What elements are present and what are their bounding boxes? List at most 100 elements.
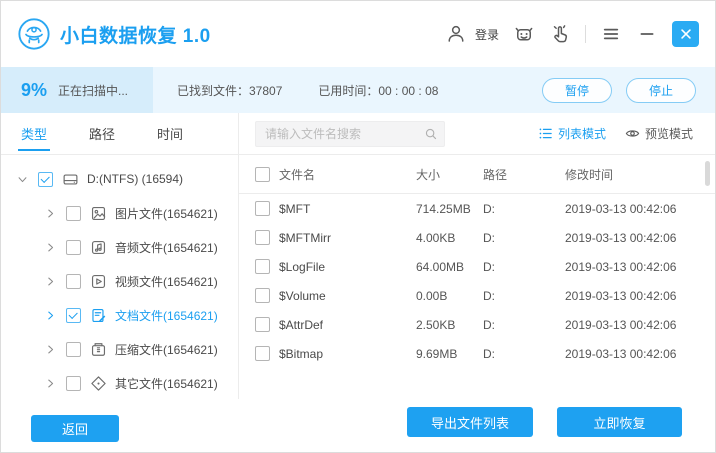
tree-item-label: D:(NTFS) (16594) [87, 172, 183, 186]
image-icon [90, 205, 107, 222]
tree-item-checkbox[interactable] [66, 308, 81, 323]
tab-type[interactable]: 类型 [19, 111, 49, 156]
preview-mode-toggle[interactable]: 预览模式 [625, 125, 693, 142]
file-name: $Volume [279, 289, 416, 303]
chevron-right-icon[interactable] [43, 206, 57, 220]
tree-item[interactable]: 音频文件(1654621) [1, 230, 238, 264]
scrollbar[interactable] [705, 161, 710, 186]
column-header-size[interactable]: 大小 [416, 166, 483, 183]
row-checkbox[interactable] [255, 317, 270, 332]
file-path: D: [483, 260, 565, 274]
tree-item[interactable]: 视频文件(1654621) [1, 264, 238, 298]
column-header-path[interactable]: 路径 [483, 166, 565, 183]
drive-icon [62, 171, 79, 188]
tree-item-checkbox[interactable] [66, 274, 81, 289]
file-name: $AttrDef [279, 318, 416, 332]
main-toolbar: 列表模式 预览模式 [239, 113, 715, 155]
recover-now-button[interactable]: 立即恢复 [557, 407, 682, 437]
scan-percent: 9% [21, 80, 47, 101]
file-modified: 2019-03-13 00:42:06 [565, 231, 715, 245]
app-logo-icon [17, 17, 51, 51]
app-title: 小白数据恢复 1.0 [60, 21, 211, 48]
title-bar-actions: 登录 [445, 21, 699, 47]
chevron-right-icon[interactable] [43, 274, 57, 288]
sidebar-tabs: 类型 路径 时间 [1, 113, 238, 155]
tree-item-label: 音频文件(1654621) [115, 239, 218, 256]
touch-icon[interactable] [549, 23, 571, 45]
file-modified: 2019-03-13 00:42:06 [565, 289, 715, 303]
scan-progress-bar: 9% 正在扫描中... 已找到文件：37807 已用时间：00 : 00 : 0… [1, 67, 715, 113]
tree-item[interactable]: D:(NTFS) (16594) [1, 162, 238, 196]
search-input[interactable] [256, 127, 418, 141]
file-modified: 2019-03-13 00:42:06 [565, 318, 715, 332]
file-path: D: [483, 289, 565, 303]
chevron-right-icon[interactable] [43, 376, 57, 390]
search-icon[interactable] [418, 122, 444, 146]
file-name: $Bitmap [279, 347, 416, 361]
table-row[interactable]: $Volume0.00BD:2019-03-13 00:42:06 [239, 281, 715, 310]
tree-item-label: 文档文件(1654621) [115, 307, 218, 324]
archive-icon [90, 341, 107, 358]
file-size: 64.00MB [416, 260, 483, 274]
column-header-modified[interactable]: 修改时间 [565, 166, 715, 183]
tree-item-label: 图片文件(1654621) [115, 205, 218, 222]
scan-progress-highlight: 9% 正在扫描中... [1, 67, 153, 113]
document-icon [90, 307, 107, 324]
export-file-list-button[interactable]: 导出文件列表 [407, 407, 533, 437]
tree-item-checkbox[interactable] [66, 376, 81, 391]
row-checkbox[interactable] [255, 288, 270, 303]
tree-item[interactable]: 压缩文件(1654621) [1, 332, 238, 366]
file-size: 0.00B [416, 289, 483, 303]
login-link[interactable]: 登录 [475, 26, 499, 43]
table-row[interactable]: $AttrDef2.50KBD:2019-03-13 00:42:06 [239, 310, 715, 339]
minimize-icon[interactable] [636, 23, 658, 45]
tree-item-checkbox[interactable] [66, 240, 81, 255]
other-icon [90, 375, 107, 392]
chevron-down-icon[interactable] [15, 172, 29, 186]
list-mode-toggle[interactable]: 列表模式 [538, 125, 606, 142]
row-checkbox[interactable] [255, 230, 270, 245]
video-icon [90, 273, 107, 290]
list-mode-label: 列表模式 [558, 125, 606, 142]
stop-button[interactable]: 停止 [626, 78, 696, 103]
row-checkbox[interactable] [255, 259, 270, 274]
menu-icon[interactable] [600, 23, 622, 45]
file-path: D: [483, 318, 565, 332]
tree-item[interactable]: 图片文件(1654621) [1, 196, 238, 230]
pause-button[interactable]: 暂停 [542, 78, 612, 103]
file-size: 2.50KB [416, 318, 483, 332]
tree-item-checkbox[interactable] [38, 172, 53, 187]
tree-item-label: 其它文件(1654621) [115, 375, 218, 392]
table-row[interactable]: $MFTMirr4.00KBD:2019-03-13 00:42:06 [239, 223, 715, 252]
select-all-checkbox[interactable] [255, 167, 270, 182]
chevron-right-icon[interactable] [43, 240, 57, 254]
table-row[interactable]: $LogFile64.00MBD:2019-03-13 00:42:06 [239, 252, 715, 281]
tab-time[interactable]: 时间 [155, 111, 185, 156]
close-icon[interactable] [672, 21, 699, 47]
table-row[interactable]: $MFT714.25MBD:2019-03-13 00:42:06 [239, 194, 715, 223]
tab-path[interactable]: 路径 [87, 111, 117, 156]
back-button[interactable]: 返回 [31, 415, 119, 442]
chevron-right-icon[interactable] [43, 308, 57, 322]
footer: 返回 导出文件列表 立即恢复 [1, 399, 715, 452]
file-table-body: $MFT714.25MBD:2019-03-13 00:42:06$MFTMir… [239, 194, 715, 368]
table-header: 文件名 大小 路径 修改时间 [239, 155, 715, 194]
elapsed-time: 已用时间：00 : 00 : 08 [318, 82, 438, 99]
tree-item-checkbox[interactable] [66, 342, 81, 357]
row-checkbox[interactable] [255, 346, 270, 361]
tree-item[interactable]: 其它文件(1654621) [1, 366, 238, 399]
sidebar: 类型 路径 时间 D:(NTFS) (16594) 图片文件(1654621) 音频… [1, 113, 239, 399]
file-size: 4.00KB [416, 231, 483, 245]
table-row[interactable]: $Bitmap9.69MBD:2019-03-13 00:42:06 [239, 339, 715, 368]
file-size: 714.25MB [416, 202, 483, 216]
file-size: 9.69MB [416, 347, 483, 361]
files-found-count: 已找到文件：37807 [177, 82, 282, 99]
user-icon[interactable] [445, 23, 467, 45]
tree-item[interactable]: 文档文件(1654621) [1, 298, 238, 332]
column-header-name[interactable]: 文件名 [279, 166, 416, 183]
tree-item-checkbox[interactable] [66, 206, 81, 221]
chevron-right-icon[interactable] [43, 342, 57, 356]
row-checkbox[interactable] [255, 201, 270, 216]
robot-icon[interactable] [513, 23, 535, 45]
content-area: 类型 路径 时间 D:(NTFS) (16594) 图片文件(1654621) 音频… [1, 113, 715, 399]
